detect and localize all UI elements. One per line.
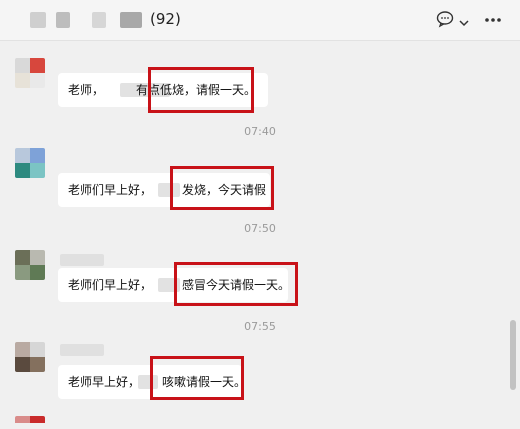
sender-name-blurred <box>60 344 104 356</box>
scrollbar[interactable] <box>510 320 516 390</box>
sender-name-blurred <box>60 254 104 266</box>
message-text: 老师早上好， <box>68 375 141 389</box>
member-count: (92) <box>150 10 181 28</box>
avatar[interactable] <box>15 148 45 178</box>
group-name-blurred <box>30 12 46 28</box>
group-name-blurred <box>92 12 106 28</box>
timestamp: 07:55 <box>244 320 276 333</box>
timestamp: 07:40 <box>244 125 276 138</box>
message-text: 老师， <box>68 83 105 97</box>
avatar[interactable] <box>15 416 45 429</box>
group-name-blurred <box>120 12 142 28</box>
highlight-box <box>148 67 254 113</box>
timestamp: 07:50 <box>244 222 276 235</box>
chat-header: (92) <box>0 0 520 41</box>
chevron-down-icon[interactable] <box>459 13 469 32</box>
highlight-box <box>170 166 274 210</box>
message-text: 老师们早上好， <box>68 278 153 292</box>
highlight-box <box>174 262 298 306</box>
avatar[interactable] <box>15 342 45 372</box>
avatar[interactable] <box>15 58 45 88</box>
group-name-blurred <box>56 12 70 28</box>
highlight-box <box>150 356 244 400</box>
chat-bubble-icon[interactable] <box>436 10 454 32</box>
more-icon[interactable] <box>484 12 502 31</box>
avatar[interactable] <box>15 250 45 280</box>
message-text: 老师们早上好， <box>68 183 153 197</box>
